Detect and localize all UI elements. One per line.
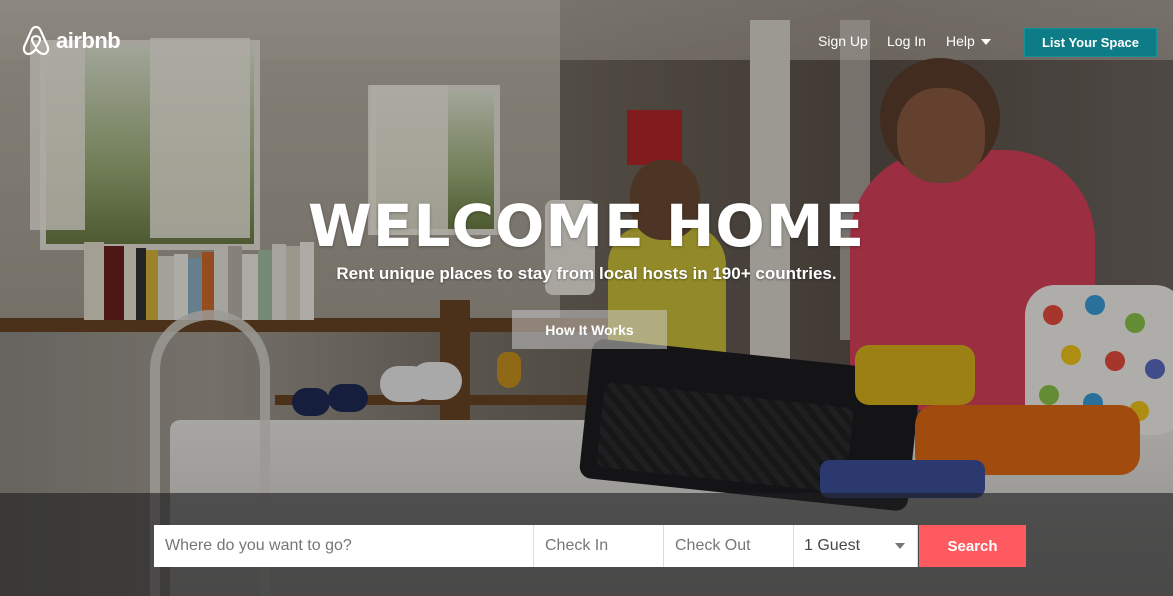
hero-background xyxy=(0,0,1173,596)
sign-up-link[interactable]: Sign Up xyxy=(818,33,868,49)
list-your-space-button[interactable]: List Your Space xyxy=(1024,28,1157,57)
airbnb-belo-icon xyxy=(22,25,50,57)
help-menu[interactable]: Help xyxy=(946,33,991,49)
chevron-down-icon xyxy=(895,543,905,549)
guests-select[interactable]: 1 Guest xyxy=(794,525,918,567)
destination-input[interactable]: Where do you want to go? xyxy=(154,525,534,567)
check-in-input[interactable]: Check In xyxy=(534,525,664,567)
hero-subline: Rent unique places to stay from local ho… xyxy=(336,264,837,283)
help-label: Help xyxy=(946,33,975,49)
brand-name: airbnb xyxy=(56,28,121,53)
hero-headline: WELCOME HOME xyxy=(307,192,866,260)
log-in-link[interactable]: Log In xyxy=(887,33,926,49)
search-bar: Where do you want to go? Check In Check … xyxy=(154,525,1026,567)
airbnb-logo-link[interactable]: airbnb xyxy=(22,25,121,57)
how-it-works-button[interactable]: How It Works xyxy=(512,310,667,349)
chevron-down-icon xyxy=(980,39,991,46)
check-out-input[interactable]: Check Out xyxy=(664,525,794,567)
guests-value: 1 Guest xyxy=(804,537,861,554)
search-button[interactable]: Search xyxy=(919,525,1026,567)
